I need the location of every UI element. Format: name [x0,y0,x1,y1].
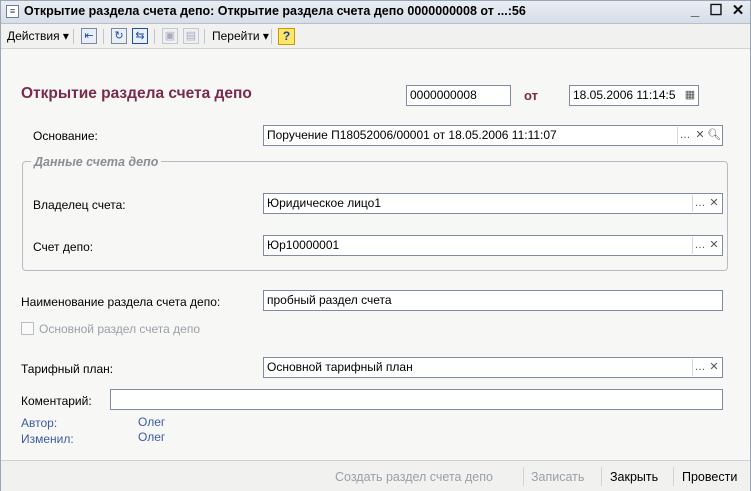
clear-icon[interactable]: ✕ [693,127,707,144]
document-icon: ≡ [6,5,19,18]
account-label: Счет депо: [33,240,94,254]
tariff-value: Основной тарифный план [267,360,413,374]
clear-icon[interactable]: ✕ [707,237,721,254]
toolbar: Действия ▾ ⇤ ↻ ⇆ ▣ ▤ Перейти ▾ ? [1,24,750,49]
document-window: ≡ Открытие раздела счета депо: Открытие … [0,0,751,491]
toolbar-separator [271,29,272,44]
actions-menu[interactable]: Действия ▾ [7,27,69,45]
basis-value: Поручение П18052006/00001 от 18.05.2006 … [267,128,557,142]
movements-icon[interactable]: ▤ [183,28,199,44]
owner-value: Юридическое лицо1 [267,196,381,210]
author-label: Автор: [21,416,58,430]
account-field[interactable]: Юр10000001 … ✕ [263,235,723,256]
minimize-button[interactable]: _ [686,2,704,20]
title-bar: ≡ Открытие раздела счета депо: Открытие … [1,1,750,24]
date-value: 18.05.2006 11:14:5 [573,88,676,102]
select-button[interactable]: … [692,359,707,376]
close-window-button[interactable]: ✕ [729,2,747,20]
section-name-input[interactable]: пробный раздел счета [263,290,723,311]
toolbar-separator [73,29,74,44]
basis-field[interactable]: Поручение П18052006/00001 от 18.05.2006 … [263,125,723,146]
select-button[interactable]: … [692,195,707,212]
group-title: Данные счета депо [31,155,162,169]
goto-menu[interactable]: Перейти ▾ [212,27,269,45]
clear-icon[interactable]: ✕ [707,359,721,376]
from-label: от [524,88,538,103]
comment-input[interactable] [110,389,723,410]
maximize-button[interactable]: ☐ [707,2,725,20]
select-button[interactable]: … [692,237,707,254]
help-icon[interactable]: ? [278,28,295,45]
calendar-icon[interactable]: ▦ [683,87,697,104]
command-separator [523,467,524,486]
comment-label: Коментарий: [21,394,92,408]
close-button[interactable]: Закрыть [610,470,658,484]
number-field[interactable]: 0000000008 [406,85,511,106]
section-name-label: Наименование раздела счета депо: [21,295,221,309]
go-to-list-icon[interactable]: ⇤ [81,28,97,44]
window-title: Открытие раздела счета депо: Открытие ра… [24,4,526,18]
reread-icon[interactable]: ↻ [111,28,127,44]
basis-label: Основание: [33,129,98,143]
post-button[interactable]: Провести [682,470,737,484]
select-button[interactable]: … [677,127,692,144]
author-value[interactable]: Олег [138,415,165,429]
structure-icon[interactable]: ▣ [162,28,178,44]
main-section-checkbox[interactable] [21,322,34,335]
command-separator [601,467,602,486]
owner-label: Владелец счета: [33,198,126,212]
changed-value[interactable]: Олег [138,430,165,444]
form-heading: Открытие раздела счета депо [21,85,252,102]
changed-label: Изменил: [21,432,74,446]
tariff-field[interactable]: Основной тарифный план … ✕ [263,357,723,378]
main-section-label: Основной раздел счета депо [39,322,201,336]
tariff-label: Тарифный план: [21,362,114,376]
save-button[interactable]: Записать [531,470,584,484]
toolbar-separator [154,29,155,44]
command-separator [673,467,674,486]
owner-field[interactable]: Юридическое лицо1 … ✕ [263,193,723,214]
refresh-data-icon[interactable]: ⇆ [132,28,148,44]
command-bar: Создать раздел счета депо Записать Закры… [1,460,750,491]
create-section-button[interactable]: Создать раздел счета депо [335,470,493,484]
date-field[interactable]: 18.05.2006 11:14:5 ▦ [569,85,699,106]
open-icon[interactable]: 🔍︎ [707,127,721,144]
toolbar-separator [103,29,104,44]
clear-icon[interactable]: ✕ [707,195,721,212]
toolbar-separator [204,29,205,44]
account-value: Юр10000001 [267,238,340,252]
